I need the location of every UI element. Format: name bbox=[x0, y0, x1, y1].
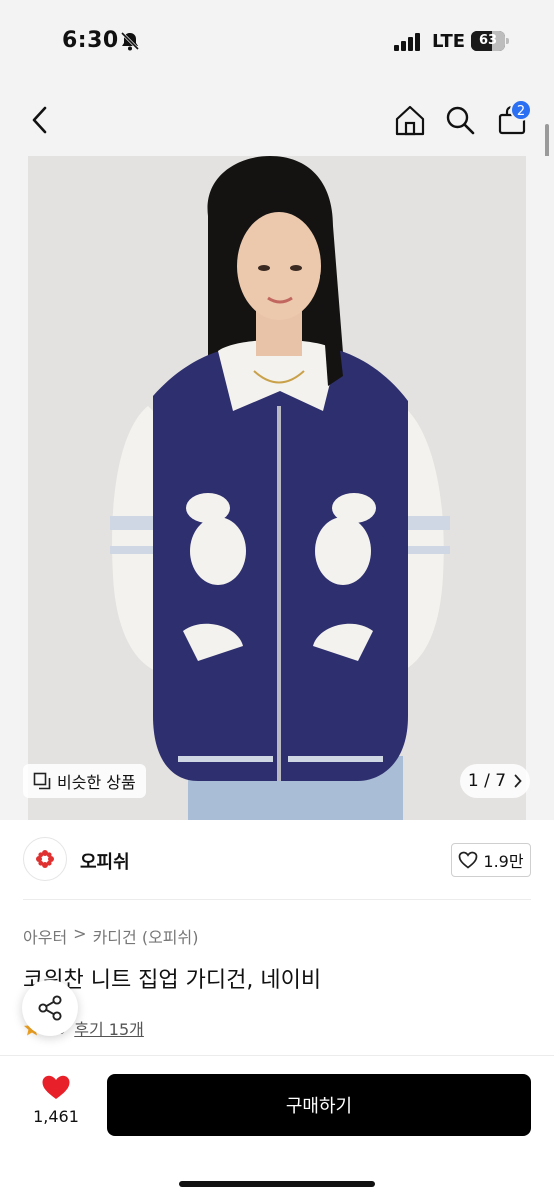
home-indicator bbox=[179, 1181, 375, 1187]
back-button[interactable] bbox=[20, 100, 60, 140]
wishlist-count: 1,461 bbox=[33, 1107, 79, 1126]
battery-indicator: 63 bbox=[471, 31, 509, 51]
page-counter-text: 1 / 7 bbox=[467, 771, 507, 791]
brand-flower-icon bbox=[36, 850, 54, 868]
bell-muted-icon bbox=[120, 31, 140, 51]
share-button[interactable] bbox=[22, 980, 78, 1036]
chevron-right-icon bbox=[514, 774, 522, 788]
brand-like-count: 1.9만 bbox=[483, 852, 524, 871]
breadcrumb-item[interactable]: 카디건 (오피쉬) bbox=[93, 924, 199, 948]
product-photo[interactable] bbox=[28, 156, 526, 820]
battery-level: 63 bbox=[478, 33, 498, 48]
product-gallery[interactable]: 비슷한 상품 1 / 7 bbox=[0, 156, 554, 820]
network-label: LTE bbox=[432, 31, 466, 52]
cart-badge: 2 bbox=[510, 99, 532, 121]
breadcrumb: 아우터 > 카디건 (오피쉬) bbox=[23, 924, 198, 948]
similar-products-label: 비슷한 상품 bbox=[57, 773, 136, 792]
model-cardigan-illustration bbox=[28, 156, 526, 820]
home-icon bbox=[395, 105, 425, 136]
divider bbox=[23, 899, 531, 900]
chevron-left-icon bbox=[32, 106, 47, 134]
search-icon bbox=[446, 106, 475, 135]
share-icon bbox=[38, 995, 62, 1021]
heart-filled-icon bbox=[42, 1075, 70, 1099]
bottom-action-bar: 1,461 구매하기 bbox=[0, 1055, 554, 1200]
status-bar: 6:30 LTE 63 bbox=[0, 0, 554, 84]
brand-like-button[interactable]: 1.9만 bbox=[451, 843, 531, 877]
wishlist-button[interactable]: 1,461 bbox=[28, 1074, 84, 1126]
heart-outline-icon bbox=[459, 851, 478, 869]
home-button[interactable] bbox=[390, 100, 430, 140]
search-button[interactable] bbox=[440, 100, 480, 140]
top-nav-bar bbox=[0, 84, 554, 156]
review-link[interactable]: 후기 15개 bbox=[74, 1016, 144, 1040]
brand-name[interactable]: 오피쉬 bbox=[80, 848, 130, 874]
breadcrumb-item[interactable]: 아우터 bbox=[23, 924, 67, 948]
buy-button[interactable]: 구매하기 bbox=[107, 1074, 531, 1136]
breadcrumb-separator: > bbox=[73, 924, 87, 943]
similar-products-button[interactable]: 비슷한 상품 bbox=[23, 764, 146, 798]
copy-icon bbox=[33, 772, 51, 790]
brand-row[interactable]: 오피쉬 1.9만 bbox=[0, 820, 554, 900]
status-time: 6:30 bbox=[62, 28, 119, 53]
signal-icon bbox=[394, 33, 420, 51]
brand-logo[interactable] bbox=[23, 837, 67, 881]
image-page-counter[interactable]: 1 / 7 bbox=[460, 764, 530, 798]
